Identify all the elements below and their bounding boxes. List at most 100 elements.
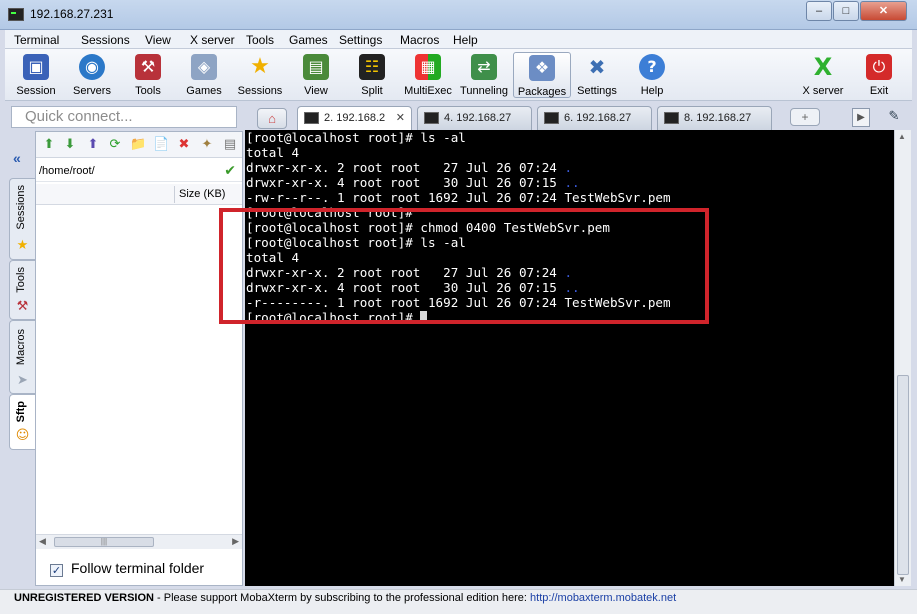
tunneling-label: Tunneling (460, 85, 508, 97)
horizontal-scrollbar[interactable]: ◀ ||| ▶ (36, 534, 242, 549)
tab-session-8[interactable]: 8. 192.168.27 (657, 106, 772, 130)
session-button[interactable]: ▣ Session (7, 52, 65, 98)
sftp-icon: ☺ (15, 428, 30, 443)
terminal-line: drwxr-xr-x. 4 root root 30 Jul 26 07:15 … (246, 175, 580, 190)
checkbox-checked-icon[interactable]: ✓ (50, 564, 63, 577)
column-divider[interactable] (174, 186, 175, 203)
sidebar-tab-sessions[interactable]: Sessions ★ (9, 178, 35, 260)
pen-icon[interactable]: ✎ (885, 108, 903, 127)
new-file-icon[interactable]: 📄 (153, 137, 169, 153)
sidebar-tab-tools[interactable]: Tools ⚒ (9, 260, 35, 320)
follow-terminal-folder-checkbox[interactable]: ✓ Follow terminal folder (50, 559, 204, 577)
collapse-sidebar-icon[interactable]: « (13, 150, 21, 166)
home-tab-button[interactable]: ⌂ (257, 108, 287, 129)
view-button[interactable]: ▤ View (287, 52, 345, 98)
exit-label: Exit (869, 85, 889, 97)
menu-macros[interactable]: Macros (400, 33, 439, 47)
terminal-line: [root@localhost root]# ls -al (246, 130, 466, 145)
terminal-line: total 4 (246, 145, 300, 160)
menu-sessions[interactable]: Sessions (81, 33, 130, 47)
menu-help[interactable]: Help (453, 33, 478, 47)
sidebar-tab-label: Sessions (15, 185, 27, 230)
menu-terminal[interactable]: Terminal (14, 33, 59, 47)
terminal-scrollbar-thumb[interactable] (897, 375, 909, 575)
new-tab-button[interactable]: + (790, 108, 820, 126)
sidebar-tab-label: Tools (15, 267, 27, 293)
exit-button[interactable]: ⏻ Exit (850, 52, 908, 98)
tab-session-4[interactable]: 4. 192.168.27 (417, 106, 532, 130)
terminal-tab-icon (424, 112, 439, 124)
upload-icon[interactable]: ⬆ (85, 137, 101, 153)
wand-icon[interactable]: ✦ (199, 137, 215, 153)
plus-icon: + (801, 110, 809, 124)
refresh-icon[interactable]: ⟳ (107, 137, 123, 153)
terminal-tab-icon (664, 112, 679, 124)
tab-label: 8. 192.168.27 (684, 112, 752, 124)
view-icon: ▤ (303, 54, 329, 80)
sidebar-tab-sftp[interactable]: Sftp ☺ (9, 394, 35, 450)
maximize-button[interactable]: □ (833, 1, 859, 21)
download-icon[interactable]: ⬇ (62, 137, 78, 153)
tools-button[interactable]: ⚒ Tools (119, 52, 177, 98)
sidebar-tab-macros[interactable]: Macros ➤ (9, 320, 35, 394)
menu-view[interactable]: View (145, 33, 171, 47)
scroll-right-icon[interactable]: ▶ (232, 536, 239, 547)
session-label: Session (16, 85, 56, 97)
parent-folder-icon[interactable]: ⬆ (41, 137, 57, 153)
tab-label: 6. 192.168.27 (564, 112, 632, 124)
games-button[interactable]: ◈ Games (175, 52, 233, 98)
tab-close-icon[interactable]: ✕ (396, 107, 405, 129)
servers-label: Servers (73, 85, 111, 97)
settings-icon: ✖ (588, 55, 606, 79)
scrollbar-thumb[interactable]: ||| (54, 537, 154, 547)
delete-icon[interactable]: ✖ (176, 137, 192, 153)
mobaxterm-link[interactable]: http://mobaxterm.mobatek.net (530, 592, 676, 604)
send-icon: ➤ (17, 373, 28, 388)
x-server-button[interactable]: X X server (794, 52, 852, 98)
multiexec-button[interactable]: ▦ MultiExec (399, 52, 457, 98)
home-icon: ⌂ (268, 111, 276, 126)
terminal-icon[interactable]: ▤ (222, 137, 238, 153)
settings-button[interactable]: ✖ Settings (568, 52, 626, 98)
terminal-scrollbar[interactable]: ▲ ▼ (894, 130, 911, 586)
tab-session-2[interactable]: 2. 192.168.2 ✕ (297, 106, 412, 131)
multiexec-icon: ▦ (415, 54, 441, 80)
settings-label: Settings (577, 85, 617, 97)
scroll-up-icon[interactable]: ▲ (898, 132, 906, 141)
menu-settings[interactable]: Settings (339, 33, 382, 47)
tab-session-6[interactable]: 6. 192.168.27 (537, 106, 652, 130)
packages-button[interactable]: ❖ Packages (513, 52, 571, 98)
menu-x-server[interactable]: X server (190, 33, 235, 47)
servers-button[interactable]: ◉ Servers (63, 52, 121, 98)
star-icon: ★ (16, 238, 29, 253)
sessions-button[interactable]: ★ Sessions (231, 52, 289, 98)
quick-connect-input[interactable]: Quick connect... (11, 106, 237, 128)
sftp-panel: ⬆ ⬇ ⬆ ⟳ 📁 📄 ✖ ✦ ▤ /home/root/ ✔ Size (KB… (35, 131, 243, 586)
session-icon: ▣ (23, 54, 49, 80)
tab-label: 4. 192.168.27 (444, 112, 512, 124)
tunneling-button[interactable]: ⇄ Tunneling (455, 52, 513, 98)
scroll-left-icon[interactable]: ◀ (39, 536, 46, 547)
terminal-view[interactable]: [root@localhost root]# ls -al total 4 dr… (245, 130, 894, 586)
power-icon: ⏻ (866, 54, 892, 80)
sftp-path-field[interactable]: /home/root/ ✔ (36, 160, 242, 182)
scroll-down-icon[interactable]: ▼ (898, 575, 906, 584)
play-icon[interactable]: ▶ (852, 108, 870, 127)
split-button[interactable]: ☷ Split (343, 52, 401, 98)
servers-icon: ◉ (79, 54, 105, 80)
minimize-button[interactable]: – (806, 1, 832, 21)
help-button[interactable]: ? Help (623, 52, 681, 98)
column-size-header[interactable]: Size (KB) (179, 188, 225, 200)
checkmark-icon[interactable]: ✔ (224, 160, 236, 182)
directory-name: .. (564, 175, 580, 190)
menu-tools[interactable]: Tools (246, 33, 274, 47)
x-server-label: X server (802, 85, 844, 97)
games-label: Games (186, 85, 222, 97)
new-folder-icon[interactable]: 📁 (130, 137, 146, 153)
menu-bar: Terminal Sessions View X server Tools Ga… (5, 30, 912, 49)
close-button[interactable]: ✕ (860, 1, 907, 21)
tools-label: Tools (135, 85, 161, 97)
sidebar-tab-label: Macros (15, 329, 27, 366)
follow-terminal-folder-label: Follow terminal folder (71, 560, 205, 576)
menu-games[interactable]: Games (289, 33, 328, 47)
